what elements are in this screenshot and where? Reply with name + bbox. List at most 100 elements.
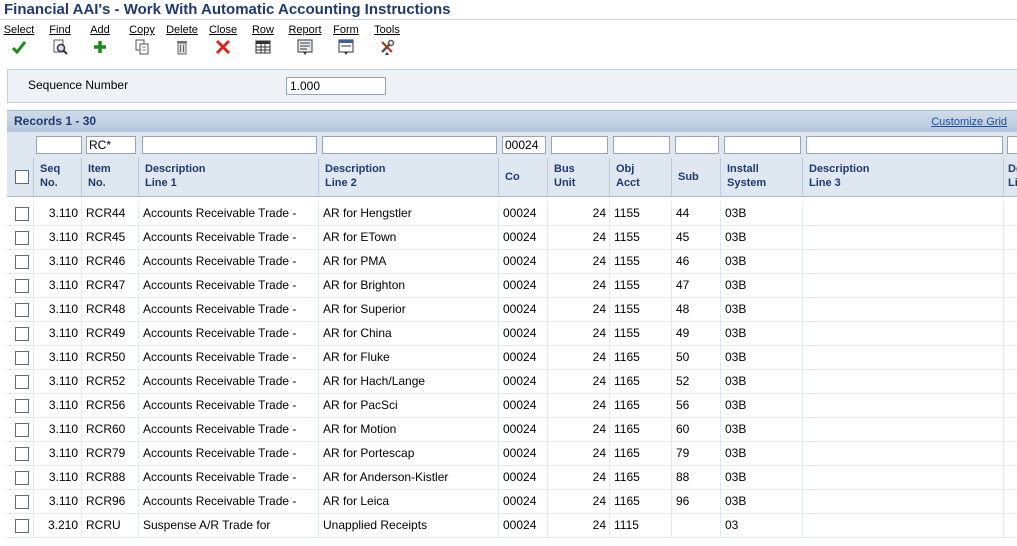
table-row[interactable]: 3.110 RCR88 Accounts Receivable Trade - AR …	[7, 465, 1017, 490]
col-object-account[interactable]: Obj Acct	[609, 158, 671, 196]
qbe-description-line-3[interactable]	[806, 136, 1003, 154]
cell-bu: 24	[547, 489, 609, 513]
cell-sys: 03B	[720, 225, 802, 249]
sequence-number-input[interactable]: 1.000	[286, 77, 386, 95]
cell-seq: 3.110	[33, 225, 81, 249]
cell-co: 00024	[498, 465, 547, 489]
add-button[interactable]: Add	[88, 23, 112, 55]
table-row[interactable]: 3.110 RCR44 Accounts Receivable Trade - AR …	[7, 201, 1017, 226]
table-row[interactable]: 3.110 RCR46 Accounts Receivable Trade - AR …	[7, 249, 1017, 274]
col-description-line-1[interactable]: Description Line 1	[138, 158, 318, 196]
cell-sub: 88	[671, 465, 720, 489]
row-checkbox[interactable]	[15, 279, 29, 293]
qbe-description-line-4[interactable]	[1007, 136, 1017, 154]
cell-desc4	[1003, 369, 1017, 393]
table-row[interactable]: 3.110 RCR49 Accounts Receivable Trade - AR …	[7, 321, 1017, 346]
table-row[interactable]: 3.110 RCR45 Accounts Receivable Trade - AR …	[7, 225, 1017, 250]
col-seq-no[interactable]: Seq No.	[33, 158, 81, 196]
qbe-item-no[interactable]	[86, 136, 136, 154]
cell-desc1: Accounts Receivable Trade -	[138, 417, 318, 441]
cell-desc4	[1003, 345, 1017, 369]
form-menu[interactable]: Form	[333, 23, 359, 55]
col-business-unit[interactable]: Bus Unit	[547, 158, 609, 196]
window-title: Financial AAI's - Work With Automatic Ac…	[4, 1, 451, 18]
cell-item: RCR96	[81, 489, 138, 513]
close-button[interactable]: Close	[208, 23, 238, 55]
trash-icon	[177, 41, 187, 55]
row-checkbox[interactable]	[15, 207, 29, 221]
table-row[interactable]: 3.110 RCR52 Accounts Receivable Trade - AR …	[7, 369, 1017, 394]
cell-obj: 1165	[609, 489, 671, 513]
row-checkbox[interactable]	[15, 375, 29, 389]
qbe-description-line-2[interactable]	[322, 136, 497, 154]
qbe-install-system[interactable]	[724, 136, 801, 154]
col-subsidiary[interactable]: Sub	[671, 158, 720, 196]
table-row[interactable]: 3.110 RCR48 Accounts Receivable Trade - AR …	[7, 297, 1017, 322]
col-company[interactable]: Co	[498, 158, 547, 196]
row-menu[interactable]: Row	[251, 23, 275, 55]
table-row[interactable]: 3.110 RCR50 Accounts Receivable Trade - AR …	[7, 345, 1017, 370]
row-checkbox[interactable]	[15, 519, 29, 533]
row-checkbox[interactable]	[15, 303, 29, 317]
row-checkbox[interactable]	[15, 255, 29, 269]
cell-bu: 24	[547, 273, 609, 297]
row-checkbox[interactable]	[15, 351, 29, 365]
copy-icon	[135, 39, 149, 55]
table-row[interactable]: 3.110 RCR79 Accounts Receivable Trade - AR …	[7, 441, 1017, 466]
row-checkbox[interactable]	[15, 399, 29, 413]
report-menu[interactable]: Report	[288, 23, 322, 55]
row-checkbox[interactable]	[15, 447, 29, 461]
cell-co: 00024	[498, 225, 547, 249]
table-row[interactable]: 3.110 RCR47 Accounts Receivable Trade - AR …	[7, 273, 1017, 298]
delete-button[interactable]: Delete	[166, 23, 198, 55]
table-row[interactable]: 3.110 RCR60 Accounts Receivable Trade - AR …	[7, 417, 1017, 442]
cell-sub: 44	[671, 201, 720, 225]
cell-sys: 03B	[720, 489, 802, 513]
row-checkbox[interactable]	[15, 495, 29, 509]
cell-desc1: Accounts Receivable Trade -	[138, 225, 318, 249]
col-description-line-2[interactable]: Description Line 2	[318, 158, 498, 196]
cell-obj: 1115	[609, 513, 671, 537]
find-button[interactable]: Find	[48, 23, 72, 55]
col-item-no[interactable]: Item No.	[81, 158, 138, 196]
cell-item: RCR50	[81, 345, 138, 369]
row-checkbox[interactable]	[15, 423, 29, 437]
qbe-seq-no[interactable]	[36, 136, 82, 154]
row-checkbox[interactable]	[15, 471, 29, 485]
qbe-object-account[interactable]	[613, 136, 670, 154]
row-checkbox[interactable]	[15, 327, 29, 341]
customize-grid-link[interactable]: Customize Grid	[931, 116, 1007, 128]
cell-desc3	[802, 513, 1003, 537]
cell-desc4	[1003, 321, 1017, 345]
cell-desc2: AR for Portescap	[318, 441, 498, 465]
cell-sub: 52	[671, 369, 720, 393]
cell-sub: 96	[671, 489, 720, 513]
col-description-line-3[interactable]: Description Line 3	[802, 158, 1003, 196]
cell-desc4	[1003, 249, 1017, 273]
table-row[interactable]: 3.210 RCRU Suspense A/R Trade for Unapplied…	[7, 513, 1017, 538]
cell-co: 00024	[498, 249, 547, 273]
qbe-subsidiary[interactable]	[675, 136, 719, 154]
cell-sub	[671, 513, 720, 537]
select-button[interactable]: Select	[3, 23, 35, 55]
table-row[interactable]: 3.110 RCR96 Accounts Receivable Trade - AR …	[7, 489, 1017, 514]
qbe-business-unit[interactable]	[551, 136, 608, 154]
row-checkbox[interactable]	[15, 231, 29, 245]
qbe-description-line-1[interactable]	[142, 136, 317, 154]
col-install-system[interactable]: Install System	[720, 158, 802, 196]
cell-sub: 47	[671, 273, 720, 297]
tools-menu[interactable]: Tools	[372, 23, 402, 55]
select-all-checkbox[interactable]	[15, 170, 29, 184]
cell-co: 00024	[498, 393, 547, 417]
cell-bu: 24	[547, 201, 609, 225]
cell-desc1: Accounts Receivable Trade -	[138, 489, 318, 513]
qbe-company[interactable]	[502, 136, 546, 154]
table-row[interactable]: 3.110 RCR56 Accounts Receivable Trade - AR …	[7, 393, 1017, 418]
cell-desc3	[802, 441, 1003, 465]
cell-desc1: Suspense A/R Trade for	[138, 513, 318, 537]
cell-bu: 24	[547, 225, 609, 249]
copy-button[interactable]: Copy	[128, 23, 156, 55]
col-description-line-4[interactable]: DeLi	[1003, 158, 1017, 196]
form-menu-icon	[338, 39, 354, 55]
cell-desc4	[1003, 465, 1017, 489]
